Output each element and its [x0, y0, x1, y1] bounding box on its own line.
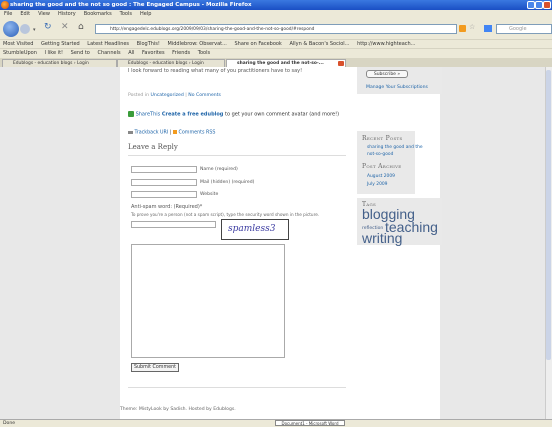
toolbar-favorites[interactable]: Favorites [142, 50, 165, 56]
menu-tools[interactable]: Tools [120, 11, 132, 17]
post-archive-title: Post Archive [362, 163, 402, 170]
home-icon[interactable]: ⌂ [78, 22, 84, 32]
menu-file[interactable]: File [4, 11, 12, 17]
bookmark-blogthis[interactable]: BlogThis! [137, 41, 160, 47]
comments-link[interactable]: No Comments [188, 93, 221, 98]
trackback-icon [128, 130, 133, 134]
archive-july-2009[interactable]: July 2009 [367, 182, 387, 187]
bookmark-getting-started[interactable]: Getting Started [41, 41, 80, 47]
reply-divider [128, 155, 346, 156]
trackback-row: Trackback URI | Comments RSS [128, 130, 215, 136]
tab-edublogs-login-1[interactable]: Edublogs - education blogs › Login [2, 59, 117, 67]
sharethis-icon[interactable] [128, 111, 134, 117]
search-placeholder: Google [509, 26, 527, 32]
leave-reply-heading: Leave a Reply [128, 143, 178, 151]
tab-label: Edublogs - education blogs › Login [128, 61, 204, 66]
submit-comment-button[interactable]: Submit Comment [131, 363, 179, 372]
url-text: http://engagedelc.edublogs.org/2009/09/0… [110, 27, 315, 32]
bookmark-highteach[interactable]: http://www.highteach... [357, 41, 415, 47]
taskbar-item[interactable]: Document1 - Microsoft Word [275, 420, 345, 426]
website-input[interactable] [131, 191, 197, 198]
back-button[interactable] [3, 21, 19, 37]
tab-label: sharing the good and the not-so-... [237, 61, 324, 66]
menu-history[interactable]: History [58, 11, 76, 17]
search-input[interactable]: Google [496, 24, 552, 34]
create-edublog-text: to get your own comment avatar (and more… [224, 111, 340, 118]
tab-close-icon[interactable] [338, 61, 344, 66]
toolbar-send-to[interactable]: Send to [71, 50, 90, 56]
window-titlebar: sharing the good and the not so good : T… [0, 0, 552, 10]
captcha-image: spamless3 [221, 219, 289, 240]
bookmark-star-icon[interactable]: ☆ [469, 23, 475, 31]
meta-separator: | [185, 93, 187, 98]
manage-subscriptions-link[interactable]: Manage Your Subscriptions [366, 85, 428, 90]
tag-writing[interactable]: writing [362, 230, 402, 246]
tab-edublogs-login-2[interactable]: Edublogs - education blogs › Login [117, 59, 225, 67]
firefox-icon [1, 1, 9, 9]
sharethis-link[interactable]: ShareThis [136, 112, 161, 118]
menu-bar: File Edit View History Bookmarks Tools Help [0, 10, 552, 19]
captcha-word: spamless3 [228, 224, 276, 234]
trackback-link[interactable]: Trackback URI [135, 131, 169, 136]
toolbar-channels[interactable]: Channels [97, 50, 120, 56]
tab-bar: Edublogs - education blogs › Login Edubl… [0, 58, 552, 67]
website-label: Website [200, 192, 219, 197]
antispam-hint: To prove you're a person (not a spam scr… [131, 212, 320, 217]
minimize-button[interactable] [527, 1, 535, 9]
status-text: Done [3, 421, 16, 426]
bookmark-middlebrow[interactable]: Middlebrow: Observat... [168, 41, 227, 47]
post-meta: Posted in Uncategorized | No Comments [128, 93, 221, 98]
scrollbar-thumb[interactable] [546, 70, 551, 360]
toolbar-tools[interactable]: Tools [198, 50, 210, 56]
dropdown-icon[interactable]: ▾ [33, 27, 36, 33]
category-link[interactable]: Uncategorized [150, 93, 183, 98]
url-input[interactable]: http://engagedelc.edublogs.org/2009/09/0… [95, 24, 457, 34]
sharethis-row: ShareThis Create a free edublog to get y… [128, 111, 340, 119]
bookmark-share-facebook[interactable]: Share on Facebook [235, 41, 282, 47]
subscribe-button[interactable]: Subscribe » [366, 70, 408, 78]
tab-sharing-the-good[interactable]: sharing the good and the not-so-... [226, 59, 346, 67]
create-edublog-link[interactable]: Create a free edublog [162, 112, 224, 118]
toolbar-like-it[interactable]: I like it! [44, 50, 63, 56]
form-divider [128, 387, 346, 388]
menu-bookmarks[interactable]: Bookmarks [84, 11, 112, 17]
recent-post-1a[interactable]: sharing the good and the [367, 145, 423, 150]
search-engine-icon[interactable] [484, 25, 492, 32]
bookmark-most-visited[interactable]: Most Visited [3, 41, 33, 47]
name-label: Name (required) [200, 167, 238, 172]
rss-icon[interactable] [459, 25, 466, 32]
toolbar-stumbleupon[interactable]: StumbleUpon [3, 50, 37, 56]
menu-edit[interactable]: Edit [20, 11, 30, 17]
antispam-input[interactable] [131, 221, 216, 228]
comment-textarea[interactable] [131, 244, 285, 358]
menu-help[interactable]: Help [140, 11, 151, 17]
antispam-title: Anti-spam word: (Required)* [131, 204, 203, 210]
mail-input[interactable] [131, 179, 197, 186]
bookmark-latest-headlines[interactable]: Latest Headlines [87, 41, 129, 47]
mail-label: Mail (hidden) (required) [200, 180, 255, 185]
recent-posts-title: Recent Posts [362, 135, 403, 142]
posted-in-label: Posted in [128, 93, 150, 98]
footer-theme-text: Theme: MistyLook by Sadish. Hosted by Ed… [120, 407, 236, 412]
rss-small-icon [172, 130, 177, 134]
stumbleupon-toolbar: StumbleUpon I like it! Send to Channels … [0, 48, 552, 58]
bookmark-allyn-bacon[interactable]: Allyn & Bacon's Sociol... [289, 41, 349, 47]
reload-icon[interactable]: ↻ [44, 22, 52, 32]
recent-post-1b[interactable]: not-so-good [367, 152, 393, 157]
stop-icon[interactable]: ✕ [61, 22, 69, 32]
window-title: sharing the good and the not so good : T… [10, 2, 252, 8]
comments-rss-link[interactable]: Comments RSS [179, 131, 216, 136]
tab-label: Edublogs - education blogs › Login [13, 61, 89, 66]
forward-button[interactable] [20, 24, 30, 34]
maximize-button[interactable] [535, 1, 543, 9]
menu-view[interactable]: View [38, 11, 50, 17]
toolbar-friends[interactable]: Friends [172, 50, 190, 56]
archive-august-2009[interactable]: August 2009 [367, 174, 395, 179]
trackback-separator: | [169, 130, 172, 136]
toolbar-all[interactable]: All [128, 50, 134, 56]
post-intro: I look forward to reading what many of y… [128, 68, 303, 74]
close-button[interactable] [543, 1, 551, 9]
name-input[interactable] [131, 166, 197, 173]
